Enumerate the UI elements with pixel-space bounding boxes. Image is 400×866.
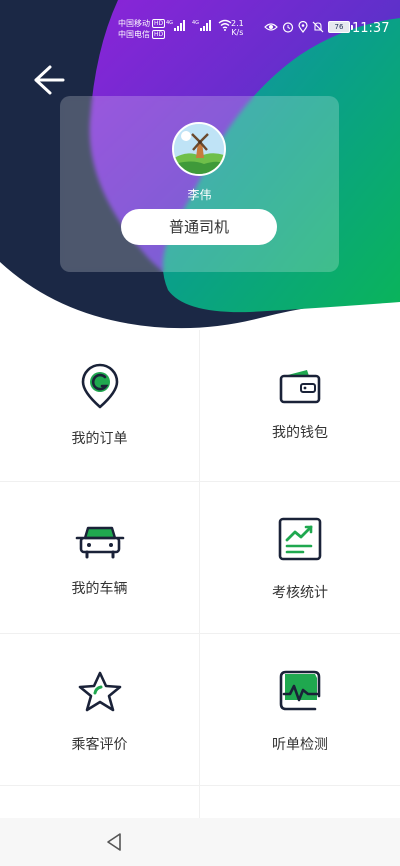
system-icons: 76 [264, 21, 353, 33]
status-bar: 中国移动 HD 中国电信 HD 4G 4G 2.1 K/s 76 11:37 [0, 0, 400, 48]
menu-label: 我的订单 [71, 431, 128, 447]
menu-label: 乘客评价 [71, 737, 128, 753]
car-icon [75, 526, 124, 559]
location-icon [298, 21, 308, 33]
wallet-icon [279, 370, 321, 404]
menu-item-assessment-stats[interactable]: 考核统计 [200, 482, 400, 634]
screen: 中国移动 HD 中国电信 HD 4G 4G 2.1 K/s 76 11:37 李… [0, 0, 400, 866]
system-navigation-bar [0, 818, 400, 866]
hd-badge: HD [152, 30, 166, 39]
wifi-icon [218, 19, 232, 31]
signal-icon: 4G [166, 20, 185, 31]
nav-back-triangle-icon[interactable] [102, 830, 126, 854]
eye-icon [264, 23, 278, 31]
network-speed: 2.1 K/s [231, 19, 244, 37]
avatar[interactable] [172, 122, 226, 176]
svg-text:4G: 4G [166, 20, 173, 26]
profile-card: 李伟 普通司机 [60, 96, 339, 272]
star-icon [78, 671, 121, 712]
carrier-info: 中国移动 HD 中国电信 HD [118, 18, 166, 40]
carrier-2-label: 中国电信 [118, 30, 150, 39]
menu-grid: 我的订单 我的钱包 我的车辆 考核统计 乘客评价 听单检测 [0, 330, 400, 826]
carrier-1-label: 中国移动 [118, 19, 150, 28]
battery-icon: 76 [328, 21, 353, 33]
windmill-avatar-icon [174, 124, 224, 174]
menu-item-my-orders[interactable]: 我的订单 [0, 330, 200, 482]
waveform-icon [279, 670, 321, 711]
menu-item-my-wallet[interactable]: 我的钱包 [200, 330, 400, 482]
user-name: 李伟 [187, 188, 212, 202]
hd-badge: HD [152, 19, 166, 28]
signal-icon: 4G [192, 20, 211, 31]
network-speed-value: 2.1 [231, 19, 244, 28]
alarm-icon [282, 22, 294, 33]
statistics-icon [278, 517, 322, 561]
back-arrow-icon[interactable] [30, 62, 68, 98]
clock: 11:37 [352, 21, 390, 36]
signal-indicators: 4G 4G [166, 19, 232, 31]
menu-item-my-vehicle[interactable]: 我的车辆 [0, 482, 200, 634]
menu-item-passenger-reviews[interactable]: 乘客评价 [0, 634, 200, 786]
menu-label: 考核统计 [272, 585, 328, 601]
menu-item-order-detection[interactable]: 听单检测 [200, 634, 400, 786]
role-badge-button[interactable]: 普通司机 [121, 209, 277, 245]
menu-label: 我的钱包 [272, 425, 328, 441]
svg-text:4G: 4G [192, 20, 199, 26]
menu-label: 听单检测 [272, 737, 328, 753]
battery-level: 76 [328, 21, 350, 33]
location-order-icon [81, 363, 118, 409]
menu-label: 我的车辆 [71, 581, 128, 597]
network-speed-unit: K/s [231, 28, 244, 37]
mute-icon [312, 21, 324, 33]
